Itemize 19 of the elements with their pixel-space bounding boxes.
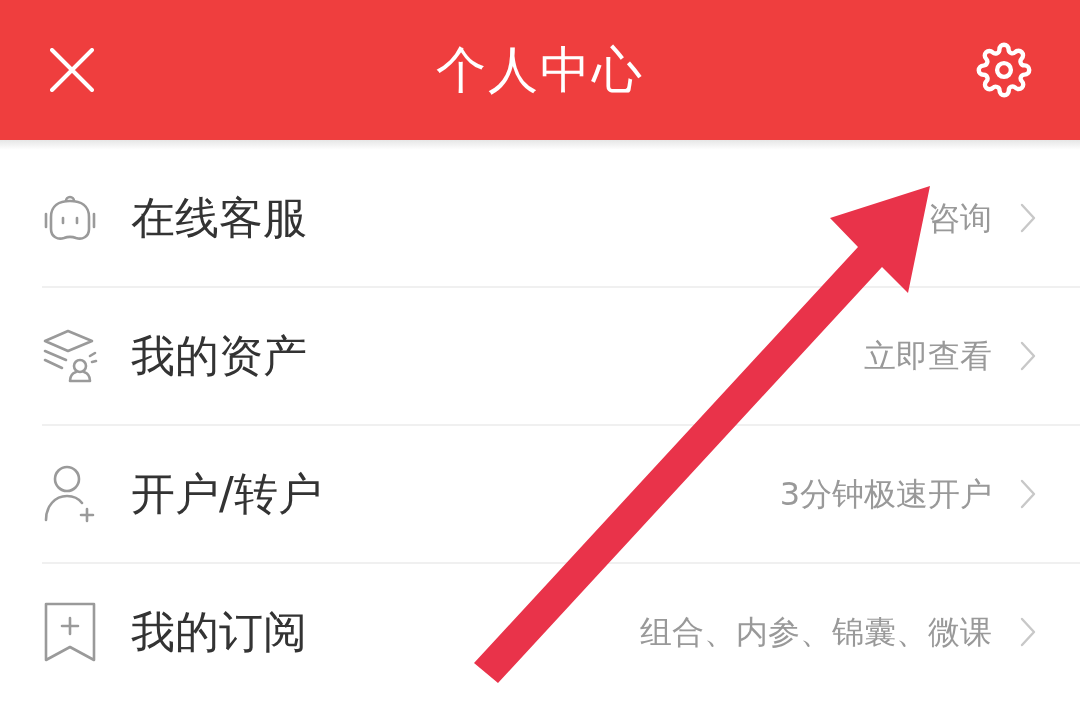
menu-detail: 立即查看 xyxy=(864,340,992,372)
menu-detail: 组合、内参、锦囊、微课 xyxy=(640,616,992,648)
person-plus-icon xyxy=(43,465,97,523)
chevron-right-icon xyxy=(1020,203,1036,233)
settings-icon xyxy=(976,42,1032,98)
bookmark-plus-icon xyxy=(43,601,97,663)
menu-label[interactable]: 在线客服 xyxy=(131,196,307,240)
chevron-right-icon xyxy=(1020,479,1036,509)
robot-face-icon xyxy=(42,193,98,243)
menu-detail: 3分钟极速开户 xyxy=(779,478,992,510)
close-icon xyxy=(50,48,94,92)
menu-label[interactable]: 我的订阅 xyxy=(131,610,307,654)
menu-label[interactable]: 我的资产 xyxy=(131,334,307,378)
chevron-right-icon xyxy=(1020,341,1036,371)
menu-label[interactable]: 开户/转户 xyxy=(131,472,322,516)
chevron-right-icon xyxy=(1020,617,1036,647)
layers-person-icon xyxy=(42,329,98,383)
page-title: 个人中心 xyxy=(436,45,644,95)
menu-detail: 咨询 xyxy=(928,202,992,234)
